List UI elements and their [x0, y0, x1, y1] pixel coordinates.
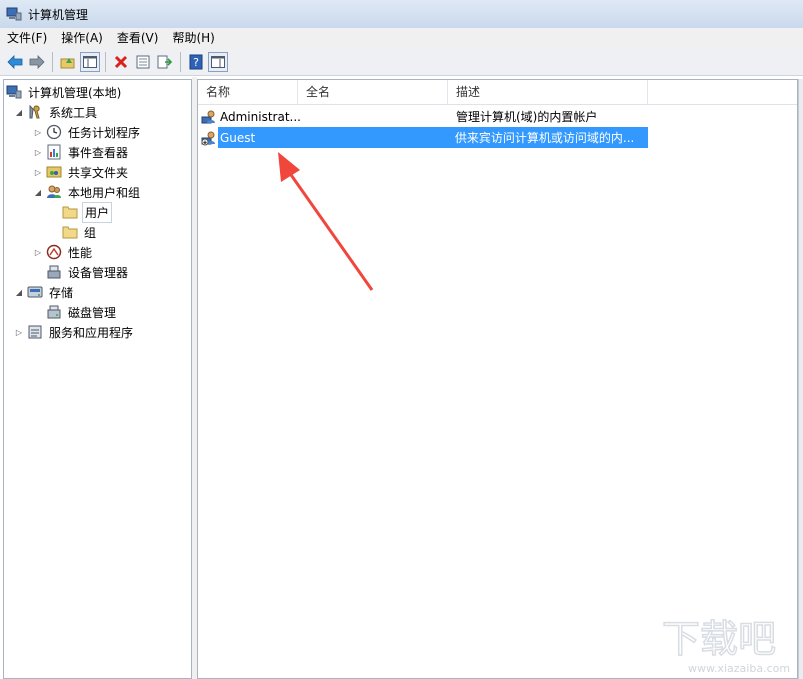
- svg-text:www.xiazaiba.com: www.xiazaiba.com: [688, 662, 790, 675]
- annotation-arrow: [278, 152, 374, 291]
- svg-text:下载吧: 下载吧: [662, 617, 776, 661]
- watermark-logo: 下载吧 www.xiazaiba.com: [661, 616, 790, 675]
